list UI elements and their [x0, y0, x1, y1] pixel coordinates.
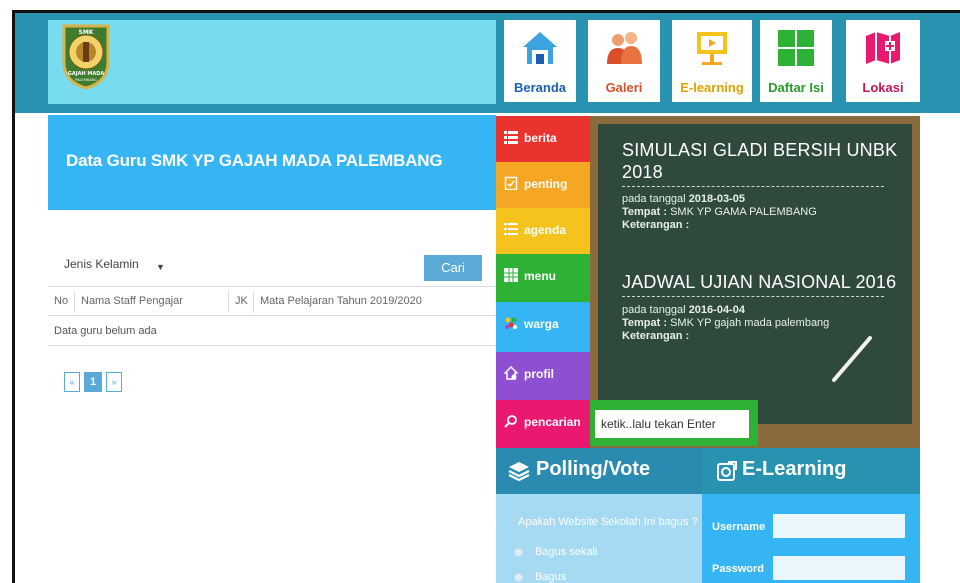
- menu-penting-label: penting: [524, 177, 568, 191]
- chalk-icon: [832, 336, 872, 382]
- logo-text-mid: GAJAH MADA: [68, 71, 105, 77]
- page-title: Data Guru SMK YP GAJAH MADA PALEMBANG: [66, 151, 443, 170]
- table-header: No Nama Staff Pengajar JK Mata Pelajaran…: [48, 286, 496, 316]
- next-page-button[interactable]: »: [106, 372, 122, 392]
- event-1-place: SMK YP GAMA PALEMBANG: [670, 206, 817, 218]
- event-1-title[interactable]: SIMULASI GLADI BERSIH UNBK: [622, 140, 897, 161]
- menu-pencarian-label: pencarian: [524, 415, 581, 429]
- list-icon: [504, 223, 518, 235]
- event-1-divider: [622, 186, 884, 187]
- nav-daftar-isi[interactable]: Daftar Isi: [760, 20, 832, 102]
- event-1-date-label: pada tanggal: [622, 193, 686, 205]
- event-2-details: pada tanggal 2016-04-04 Tempat : SMK YP …: [622, 304, 829, 343]
- poll-question: Apakah Website Sekolah Ini bagus ?: [518, 516, 698, 528]
- menu-berita[interactable]: berita: [496, 116, 590, 162]
- nav-elearning[interactable]: E-learning: [672, 20, 752, 102]
- menu-profil[interactable]: profil: [496, 352, 590, 400]
- nav-beranda-label: Beranda: [513, 80, 567, 95]
- page-title-bar: Data Guru SMK YP GAJAH MADA PALEMBANG: [48, 115, 496, 210]
- pagination: « 1 »: [64, 372, 122, 392]
- event-2-place-label: Tempat :: [622, 317, 668, 329]
- page-right-margin: [920, 113, 960, 583]
- logo-text-bottom: PALEMBANG: [75, 78, 97, 82]
- event-2-title[interactable]: JADWAL UJIAN NASIONAL 2016: [622, 272, 896, 293]
- username-field[interactable]: [773, 514, 905, 538]
- menu-profil-label: profil: [524, 367, 554, 381]
- elearning-header: E-Learning: [702, 448, 920, 494]
- menu-pencarian[interactable]: pencarian: [496, 400, 590, 448]
- house-profile-icon: [504, 366, 518, 380]
- menu-penting[interactable]: penting: [496, 162, 590, 208]
- radio-button[interactable]: [514, 547, 523, 557]
- menu-agenda-label: agenda: [524, 223, 567, 237]
- layers-icon: [508, 462, 530, 482]
- home-icon: [523, 32, 557, 64]
- menu-berita-label: berita: [524, 131, 557, 145]
- nav-galeri-label: Galeri: [605, 80, 643, 95]
- menu-warga-label: warga: [524, 317, 559, 331]
- logo-text-top: SMK: [79, 29, 94, 36]
- grid-menu-icon: [504, 268, 518, 282]
- search-button[interactable]: Cari: [424, 255, 482, 281]
- event-1-place-label: Tempat :: [622, 206, 668, 218]
- password-label: Password: [712, 563, 764, 575]
- poll-option-1[interactable]: Bagus sekali: [514, 546, 597, 558]
- nav-beranda[interactable]: Beranda: [504, 20, 576, 102]
- empty-table-message: Data guru belum ada: [48, 316, 496, 346]
- col-name: Nama Staff Pengajar: [81, 295, 183, 307]
- poll-heading: Polling/Vote: [536, 458, 651, 480]
- nav-lokasi[interactable]: Lokasi: [846, 20, 920, 102]
- menu-warga[interactable]: warga: [496, 302, 590, 352]
- event-2-date-label: pada tanggal: [622, 304, 686, 316]
- poll-option-1-label: Bagus sekali: [535, 546, 598, 558]
- event-1-note-label: Keterangan :: [622, 219, 690, 231]
- page-1-button[interactable]: 1: [84, 372, 102, 392]
- clipboard-icon: [504, 176, 518, 190]
- poll-option-2-label: Bagus: [535, 571, 567, 583]
- elearning-heading: E-Learning: [742, 458, 847, 480]
- search-input[interactable]: ketik..lalu tekan Enter: [595, 410, 749, 438]
- col-gender: JK: [235, 295, 248, 307]
- menu-menu[interactable]: menu: [496, 254, 590, 302]
- event-1-details: pada tanggal 2018-03-05 Tempat : SMK YP …: [622, 193, 817, 232]
- event-2-note-label: Keterangan :: [622, 330, 690, 342]
- poll-header: Polling/Vote: [496, 448, 702, 494]
- menu-agenda[interactable]: agenda: [496, 208, 590, 254]
- external-link-icon: [717, 461, 737, 481]
- menu-menu-label: menu: [524, 269, 557, 283]
- nav-lokasi-label: Lokasi: [862, 80, 904, 95]
- username-label: Username: [712, 521, 766, 533]
- prev-page-button[interactable]: «: [64, 372, 80, 392]
- nav-daftar-isi-label: Daftar Isi: [768, 80, 824, 95]
- col-no: No: [54, 295, 69, 307]
- col-divider: [253, 291, 254, 313]
- chevron-down-icon: ▼: [156, 262, 165, 272]
- group-icon: [505, 317, 517, 329]
- map-icon: [866, 32, 900, 64]
- search-icon: [504, 415, 517, 428]
- nav-galeri[interactable]: Galeri: [588, 20, 660, 102]
- school-logo[interactable]: SMK GAJAH MADA PALEMBANG: [56, 22, 116, 90]
- presentation-icon: [697, 32, 727, 65]
- grid-icon: [778, 30, 814, 66]
- event-2-divider: [622, 296, 884, 297]
- col-subject: Mata Pelajaran Tahun 2019/2020: [260, 295, 422, 307]
- radio-button[interactable]: [514, 572, 523, 582]
- col-divider: [228, 291, 229, 313]
- poll-panel: [496, 494, 702, 583]
- news-icon: [504, 131, 518, 144]
- password-field[interactable]: [773, 556, 905, 580]
- event-1-title-year[interactable]: 2018: [622, 162, 663, 183]
- event-2-date: 2016-04-04: [688, 304, 745, 316]
- col-divider: [74, 291, 75, 313]
- nav-elearning-label: E-learning: [680, 80, 744, 95]
- poll-option-2[interactable]: Bagus: [514, 571, 566, 583]
- people-icon: [607, 32, 642, 64]
- event-1-date: 2018-03-05: [688, 193, 745, 205]
- event-2-place: SMK YP gajah mada palembang: [670, 317, 830, 329]
